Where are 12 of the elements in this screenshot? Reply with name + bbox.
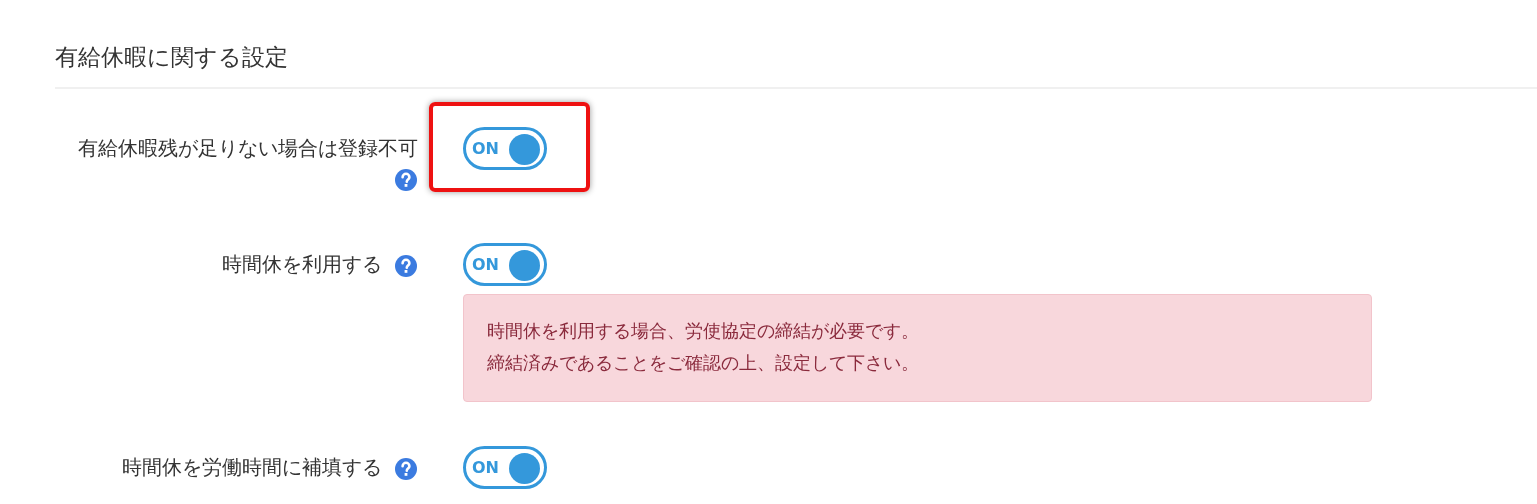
toggle-switch[interactable]: ON	[463, 446, 547, 489]
help-icon[interactable]	[394, 456, 418, 481]
setting-label: 有給休暇残が足りない場合は登録不可	[78, 136, 418, 160]
section-title: 有給休暇に関する設定	[55, 43, 289, 72]
help-icon[interactable]	[394, 253, 418, 278]
alert-text: 締結済みであることをご確認の上、設定して下さい。	[487, 351, 920, 375]
setting-label: 時間休を労働時間に補填する	[122, 455, 382, 479]
setting-label: 時間休を利用する	[222, 252, 382, 276]
toggle-switch[interactable]: ON	[463, 127, 547, 170]
help-icon[interactable]	[394, 167, 418, 192]
toggle-switch[interactable]: ON	[463, 243, 547, 286]
alert-text: 時間休を利用する場合、労使協定の締結が必要です。	[487, 319, 920, 343]
